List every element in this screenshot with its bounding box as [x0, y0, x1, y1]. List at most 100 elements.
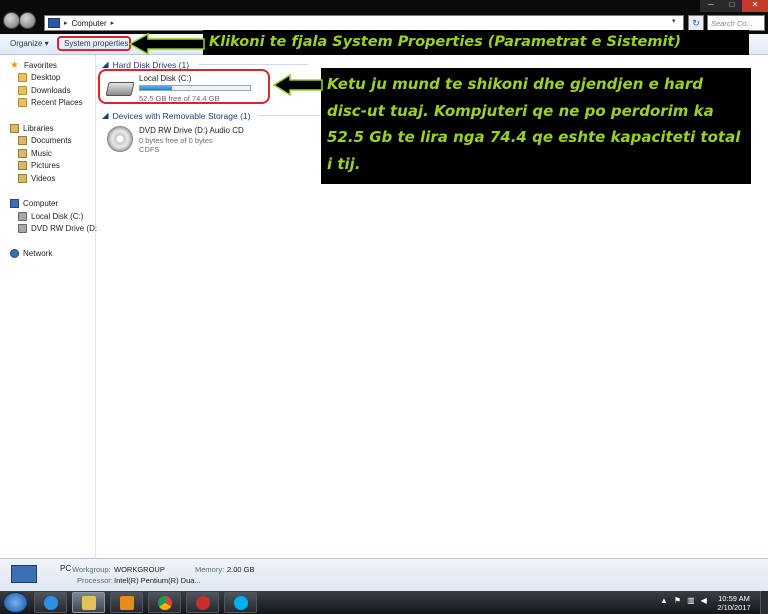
taskbar-skype[interactable]	[224, 592, 257, 613]
internet-explorer-icon	[43, 595, 58, 610]
breadcrumb-chevron-icon[interactable]: ▸	[111, 19, 115, 27]
memory-value: 2.00 GB	[227, 565, 255, 574]
computer-icon	[48, 18, 60, 28]
workgroup-label: Workgroup:	[72, 565, 111, 574]
nav-libraries-label: Libraries	[23, 124, 54, 133]
skype-icon	[233, 595, 248, 610]
nav-item-label: Downloads	[31, 86, 71, 95]
nav-item-label: Desktop	[31, 73, 61, 82]
dvd-drive-icon	[18, 224, 27, 233]
videos-icon	[18, 174, 27, 183]
nav-network-label: Network	[23, 249, 53, 258]
removable-group-header[interactable]: ◢ Devices with Removable Storage (1)	[102, 110, 251, 121]
search-input[interactable]: Search Co...	[707, 15, 765, 31]
desktop-icon	[18, 73, 27, 82]
maximize-button[interactable]: □	[722, 0, 742, 12]
system-properties-highlight	[57, 36, 131, 51]
taskbar-media-player[interactable]	[110, 592, 143, 613]
network-tray-icon[interactable]: ▥	[687, 596, 695, 605]
processor-label: Processor:	[77, 576, 113, 585]
system-tray: ▲ ⚑ ▥ ◀	[660, 596, 707, 605]
nav-item-dvd-drive[interactable]: DVD RW Drive (D:) A	[18, 224, 107, 233]
breadcrumb-computer[interactable]: Computer	[72, 19, 107, 28]
nav-favorites-label: Favorites	[24, 61, 57, 70]
clock-time: 10:59 AM	[718, 594, 750, 603]
group-divider	[258, 115, 328, 116]
volume-icon[interactable]: ◀	[701, 596, 707, 605]
processor-value: Intel(R) Pentium(R) Dua...	[114, 576, 201, 585]
nav-item-documents[interactable]: Documents	[18, 136, 71, 145]
nav-item-pictures[interactable]: Pictures	[18, 161, 60, 170]
refresh-button[interactable]: ↻	[688, 15, 704, 31]
nav-computer[interactable]: Computer	[10, 199, 58, 208]
app-icon	[195, 595, 210, 610]
forward-button[interactable]	[19, 12, 36, 29]
star-icon: ★	[10, 60, 19, 71]
removable-group-label: Devices with Removable Storage (1)	[112, 110, 251, 121]
dvd-disc-icon	[107, 126, 133, 152]
hard-disk-icon	[18, 212, 27, 221]
taskbar-internet-explorer[interactable]	[34, 592, 67, 613]
close-button[interactable]: ✕	[742, 0, 768, 12]
nav-favorites[interactable]: ★ Favorites	[10, 60, 57, 71]
network-icon	[10, 249, 19, 258]
title-bar: ▸ Computer ▸ ▾ ↻ Search Co... ─ □ ✕	[0, 0, 768, 34]
back-button[interactable]	[3, 12, 20, 29]
memory-label: Memory:	[195, 565, 225, 574]
nav-libraries[interactable]: Libraries	[10, 124, 54, 133]
hard-disk-group-label: Hard Disk Drives (1)	[112, 59, 190, 70]
taskbar-chrome[interactable]	[148, 592, 181, 613]
navigation-pane: ★ Favorites Desktop Downloads Recent Pla…	[0, 55, 107, 558]
documents-icon	[18, 136, 27, 145]
libraries-icon	[10, 124, 19, 133]
annotation-hard-disk: Ketu ju mund te shikoni dhe gjendjen e h…	[321, 68, 751, 184]
taskbar: ▲ ⚑ ▥ ◀ 10:59 AM 2/10/2017	[0, 591, 768, 614]
show-desktop-button[interactable]	[760, 591, 768, 614]
details-pane: PC Workgroup: WORKGROUP Memory: 2.00 GB …	[0, 558, 768, 591]
chrome-icon	[157, 595, 172, 610]
workgroup-value: WORKGROUP	[114, 565, 165, 574]
folder-icon	[81, 595, 96, 610]
details-computer-name: PC	[60, 564, 72, 573]
dvd-file-system: CDFS	[139, 145, 160, 154]
nav-item-desktop[interactable]: Desktop	[18, 73, 60, 82]
nav-computer-label: Computer	[23, 199, 59, 208]
nav-item-local-disk[interactable]: Local Disk (C:)	[18, 212, 83, 221]
taskbar-explorer[interactable]	[72, 592, 105, 613]
downloads-icon	[18, 86, 27, 95]
address-dropdown-icon[interactable]: ▾	[672, 17, 676, 25]
tray-expand-icon[interactable]: ▲	[660, 596, 668, 605]
minimize-button[interactable]: ─	[700, 0, 722, 12]
nav-item-videos[interactable]: Videos	[18, 174, 55, 183]
group-divider	[198, 64, 308, 65]
local-disk-highlight[interactable]	[98, 69, 270, 104]
collapse-arrow-icon[interactable]: ◢	[102, 110, 109, 121]
nav-item-downloads[interactable]: Downloads	[18, 86, 71, 95]
nav-item-label: Music	[31, 149, 52, 158]
nav-item-music[interactable]: Music	[18, 149, 52, 158]
clock[interactable]: 10:59 AM 2/10/2017	[712, 594, 756, 612]
dvd-drive-name[interactable]: DVD RW Drive (D:) Audio CD	[139, 126, 244, 135]
nav-item-recent-places[interactable]: Recent Places	[18, 98, 83, 107]
nav-item-label: Documents	[31, 136, 72, 145]
annotation-system-properties: Klikoni te fjala System Properties (Para…	[203, 30, 749, 55]
nav-item-label: DVD RW Drive (D:) A	[31, 224, 107, 233]
start-button[interactable]	[3, 592, 28, 613]
computer-icon	[10, 199, 19, 208]
nav-item-label: Videos	[31, 174, 56, 183]
action-center-icon[interactable]: ⚑	[674, 596, 681, 605]
clock-date: 2/10/2017	[717, 603, 751, 612]
nav-item-label: Local Disk (C:)	[31, 212, 84, 221]
dvd-free-space: 0 bytes free of 0 bytes	[139, 136, 213, 145]
nav-item-label: Recent Places	[31, 98, 83, 107]
computer-icon	[11, 565, 37, 583]
breadcrumb-separator-icon[interactable]: ▸	[64, 19, 68, 27]
nav-network[interactable]: Network	[10, 249, 52, 258]
taskbar-app-red[interactable]	[186, 592, 219, 613]
annotation-arrow-left-icon	[272, 74, 323, 96]
recent-places-icon	[18, 98, 27, 107]
nav-item-label: Pictures	[31, 161, 60, 170]
organize-button[interactable]: Organize ▾	[10, 39, 49, 48]
pictures-icon	[18, 161, 27, 170]
address-bar[interactable]: ▸ Computer ▸	[44, 15, 684, 31]
